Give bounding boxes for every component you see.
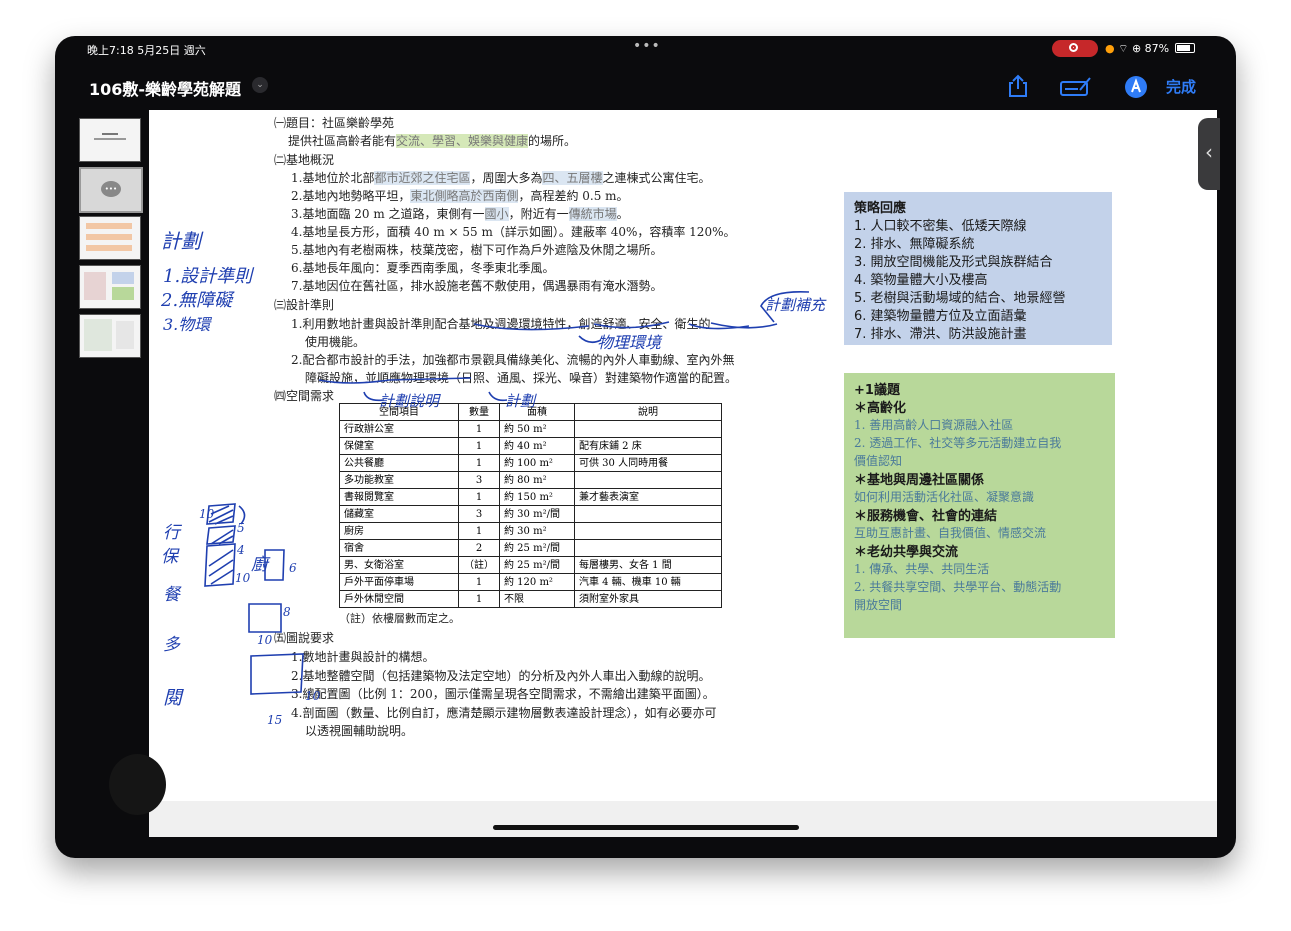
floating-assistive-button[interactable]	[109, 754, 166, 815]
hw-dim: 15	[267, 713, 282, 727]
home-indicator[interactable]	[493, 825, 799, 830]
ink-underline	[318, 377, 472, 384]
hw-dim: 5	[237, 521, 245, 535]
hw-label-classroom: 多	[163, 635, 181, 655]
thumbnail-page-3[interactable]	[79, 216, 141, 260]
hw-plan: 計劃	[161, 229, 204, 253]
ink-underline	[710, 322, 778, 329]
handwriting-strokes: 計劃 1.設計準則 2.無障礙 3.物環 計劃補充 物理環境 計劃說明 計劃 行…	[160, 229, 827, 727]
ink-box-health	[206, 525, 236, 545]
hw-plan-explain: 計劃說明	[379, 392, 441, 410]
thumbnail-page-2[interactable]: •••	[79, 167, 143, 213]
hw-barrier-free: 2.無障礙	[160, 290, 235, 311]
hw-dim: 6	[289, 561, 297, 575]
record-icon	[1069, 43, 1078, 52]
hw-label-dining: 餐	[163, 585, 182, 605]
hw-dim: 4	[236, 543, 245, 557]
ink-box-classroom	[248, 603, 282, 633]
mic-indicator-icon: ●	[1105, 42, 1115, 55]
hw-environment: 3.物環	[163, 315, 212, 334]
done-button[interactable]: 完成	[1166, 76, 1196, 97]
hw-criteria: 1.設計準則	[163, 266, 255, 287]
thumbnail-page-5[interactable]	[79, 314, 141, 358]
document-title[interactable]: 106敷-樂齡學苑解題	[89, 76, 241, 100]
document-page[interactable]: ㈠題目：社區樂齡學苑 提供社區高齡者能有交流、學習、娛樂與健康的場所。 ㈡基地概…	[149, 110, 1217, 837]
ink-box-reading	[250, 653, 304, 695]
hw-label-health: 保	[161, 547, 180, 567]
hw-plan-supplement: 計劃補充	[765, 296, 827, 314]
battery-icon	[1174, 43, 1195, 53]
ipad-screen: 晚上7:18 5月25日 週六 ••• ● ⌔ ⊕ 87% 106敷-樂齡學苑解…	[55, 36, 1236, 858]
wifi-icon: ⌔	[1118, 42, 1129, 55]
hw-dim: 10	[305, 689, 321, 703]
screen-record-indicator[interactable]	[1052, 40, 1098, 57]
hw-label-reading: 閱	[163, 687, 184, 709]
page-thumbnails: •••	[77, 118, 143, 838]
status-right: ● ⌔ ⊕ 87%	[1105, 42, 1195, 56]
hw-dim: 10	[257, 633, 273, 647]
pencil-tool-icon[interactable]	[1124, 75, 1148, 99]
ink-underline	[593, 321, 670, 329]
battery-percent: 87%	[1144, 42, 1170, 55]
status-time: 晚上7:18 5月25日 週六	[87, 44, 206, 57]
ink-hatch	[208, 549, 234, 585]
markup-toolbar-icon[interactable]	[1060, 77, 1092, 97]
hw-label-kitchen: 廚	[251, 555, 271, 575]
hw-plan-2: 計劃	[505, 392, 537, 410]
hw-dim: 8	[283, 605, 291, 619]
share-icon[interactable]	[1007, 74, 1029, 98]
multitask-dots[interactable]: •••	[633, 38, 661, 54]
next-page-edge	[149, 801, 1217, 837]
thumbnail-page-1[interactable]	[79, 118, 141, 162]
status-bar: 晚上7:18 5月25日 週六 ••• ● ⌔ ⊕ 87%	[55, 36, 1236, 62]
hw-dim: 10	[235, 571, 251, 585]
document-toolbar: 106敷-樂齡學苑解題 ⌄ 完成	[55, 62, 1236, 110]
orientation-lock-icon: ⊕	[1131, 42, 1142, 55]
thumbnail-page-4[interactable]	[79, 265, 141, 309]
hw-label-admin: 行	[163, 523, 183, 543]
sidebar-handle-chevron-icon[interactable]: ‹	[1198, 118, 1220, 190]
hw-dim: 10	[199, 507, 215, 521]
chevron-down-icon[interactable]: ⌄	[252, 77, 268, 93]
hw-physical-env: 物理環境	[597, 333, 663, 352]
ink-underline	[473, 323, 590, 331]
